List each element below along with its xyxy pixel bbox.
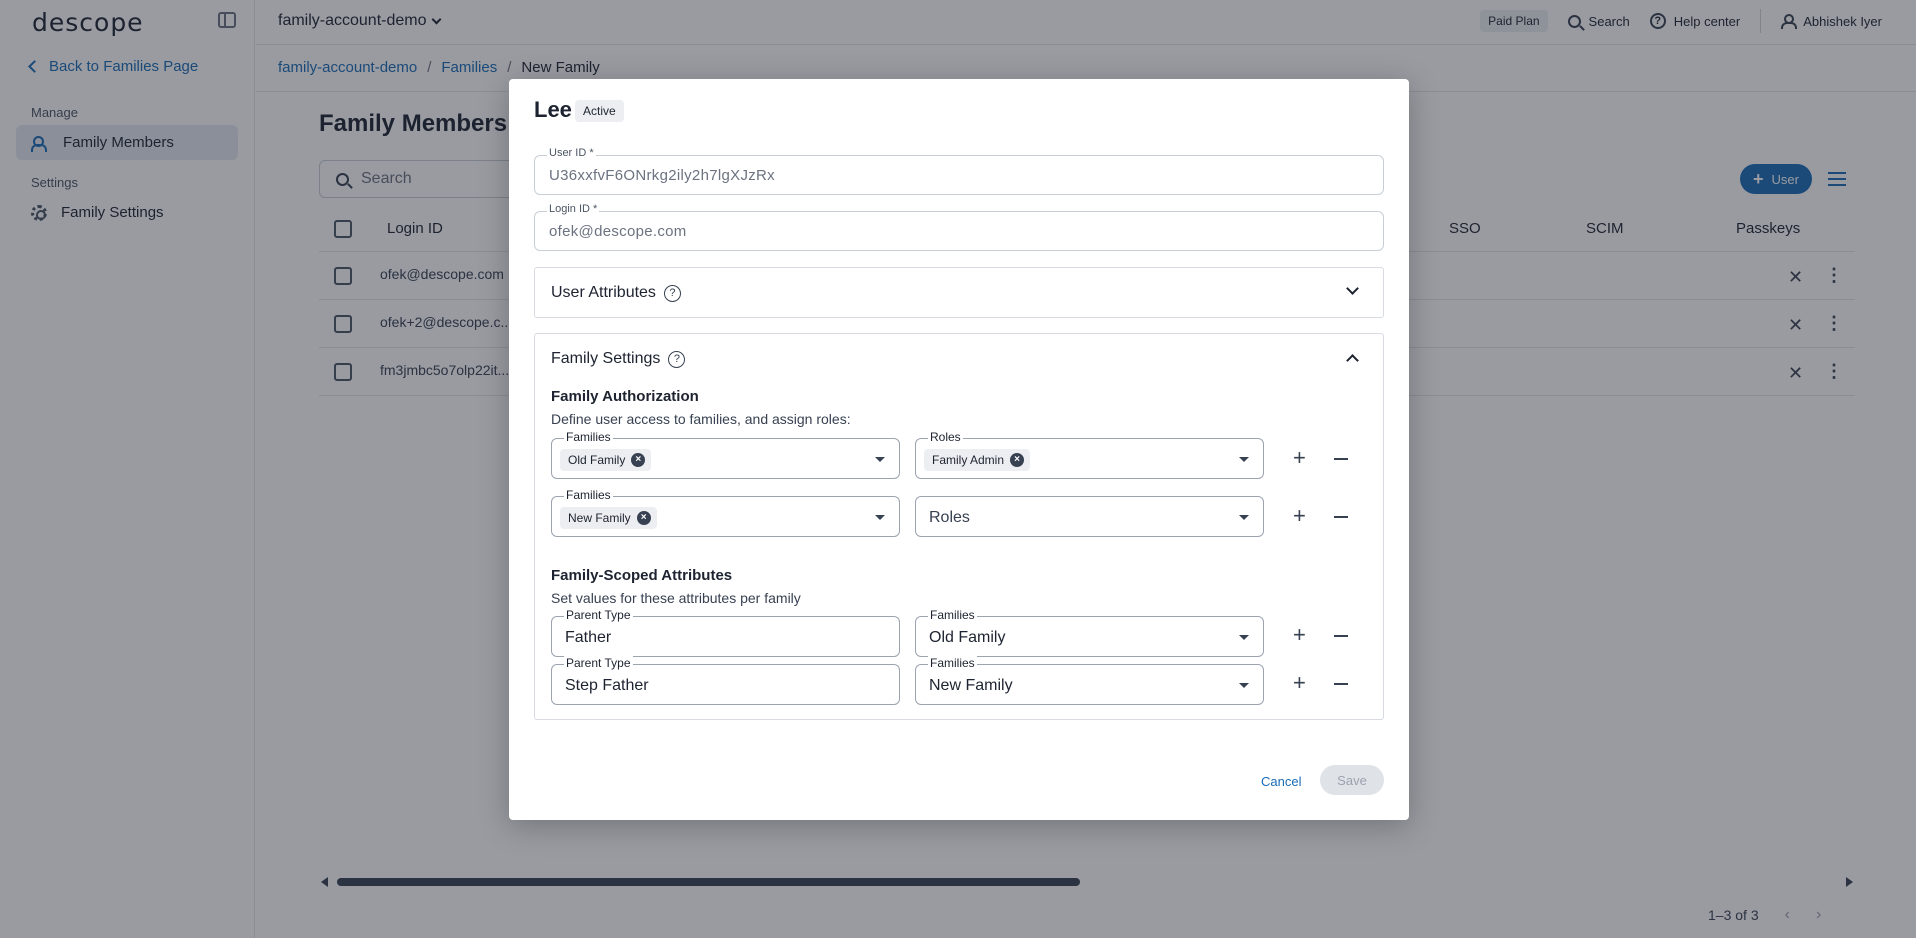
user-attributes-accordion: User Attributes ? — [534, 267, 1384, 318]
modal-title: Lee — [534, 97, 572, 122]
remove-row-button[interactable] — [1334, 635, 1348, 637]
family-chip-label: New Family — [568, 511, 631, 525]
scoped-family-value: New Family — [929, 677, 1013, 694]
user-id-field[interactable]: User ID * U36xxfvF6ONrkg2ily2h7lgXJzRx — [534, 147, 1384, 195]
scoped-family-value: Old Family — [929, 629, 1006, 646]
remove-row-button[interactable] — [1334, 516, 1348, 518]
roles-label: Roles — [928, 430, 963, 444]
add-row-button[interactable]: + — [1293, 672, 1306, 694]
parent-type-input[interactable]: Parent Type Father — [551, 608, 900, 657]
families-label: Families — [928, 656, 977, 670]
family-authorization-title: Family Authorization — [551, 388, 699, 405]
user-attributes-title: User Attributes — [551, 284, 656, 301]
parent-type-label: Parent Type — [564, 656, 633, 670]
help-icon[interactable]: ? — [668, 350, 686, 368]
add-row-button[interactable]: + — [1293, 505, 1306, 527]
remove-chip-icon[interactable]: × — [1010, 453, 1025, 467]
login-id-value: ofek@descope.com — [549, 223, 687, 240]
remove-row-button[interactable] — [1334, 458, 1348, 460]
chevron-down-icon — [1346, 282, 1359, 295]
user-id-label: User ID * — [547, 147, 596, 159]
families-label: Families — [564, 488, 613, 502]
scoped-families-select[interactable]: Families Old Family — [915, 608, 1264, 657]
add-row-button[interactable]: + — [1293, 447, 1306, 469]
family-scoped-attributes-title: Family-Scoped Attributes — [551, 567, 733, 584]
cancel-button[interactable]: Cancel — [1261, 774, 1301, 789]
family-scoped-attributes-desc: Set values for these attributes per fami… — [551, 590, 801, 606]
family-chip: Old Family × — [560, 449, 652, 471]
login-id-label: Login ID * — [547, 203, 600, 215]
status-badge: Active — [575, 100, 624, 122]
remove-row-button[interactable] — [1334, 683, 1348, 685]
families-select[interactable]: Families Old Family × — [551, 430, 900, 479]
role-chip-label: Family Admin — [932, 453, 1005, 467]
roles-select[interactable]: Roles Family Admin × — [915, 430, 1264, 479]
family-settings-accordion: Family Settings ? Family Authorization D… — [534, 333, 1384, 720]
parent-type-value: Father — [565, 629, 612, 646]
user-id-value: U36xxfvF6ONrkg2ily2h7lgXJzRx — [549, 167, 775, 184]
parent-type-input[interactable]: Parent Type Step Father — [551, 656, 900, 705]
dropdown-caret-icon — [1239, 683, 1249, 688]
parent-type-value: Step Father — [565, 677, 649, 694]
add-row-button[interactable]: + — [1293, 624, 1306, 646]
families-label: Families — [928, 608, 977, 622]
edit-user-modal: Lee Active User ID * U36xxfvF6ONrkg2ily2… — [509, 79, 1409, 820]
dropdown-caret-icon — [1239, 515, 1249, 520]
save-button[interactable]: Save — [1320, 765, 1384, 795]
help-icon[interactable]: ? — [663, 284, 681, 302]
remove-chip-icon[interactable]: × — [636, 511, 651, 525]
families-select[interactable]: Families New Family × — [551, 488, 900, 537]
families-label: Families — [564, 430, 613, 444]
family-settings-title: Family Settings — [551, 350, 661, 367]
scoped-families-select[interactable]: Families New Family — [915, 656, 1264, 705]
family-authorization-desc: Define user access to families, and assi… — [551, 411, 851, 427]
chevron-up-icon — [1346, 354, 1359, 367]
roles-select[interactable]: Roles — [915, 496, 1264, 537]
roles-placeholder: Roles — [929, 509, 970, 526]
dropdown-caret-icon — [875, 457, 885, 462]
dropdown-caret-icon — [1239, 457, 1249, 462]
dropdown-caret-icon — [1239, 635, 1249, 640]
login-id-field[interactable]: Login ID * ofek@descope.com — [534, 203, 1384, 251]
dropdown-caret-icon — [875, 515, 885, 520]
remove-chip-icon[interactable]: × — [631, 453, 646, 467]
role-chip: Family Admin × — [924, 449, 1031, 471]
family-settings-header[interactable]: Family Settings ? — [535, 334, 1383, 384]
family-chip: New Family × — [560, 507, 657, 529]
family-chip-label: Old Family — [568, 453, 626, 467]
user-attributes-header[interactable]: User Attributes ? — [535, 268, 1383, 318]
parent-type-label: Parent Type — [564, 608, 633, 622]
